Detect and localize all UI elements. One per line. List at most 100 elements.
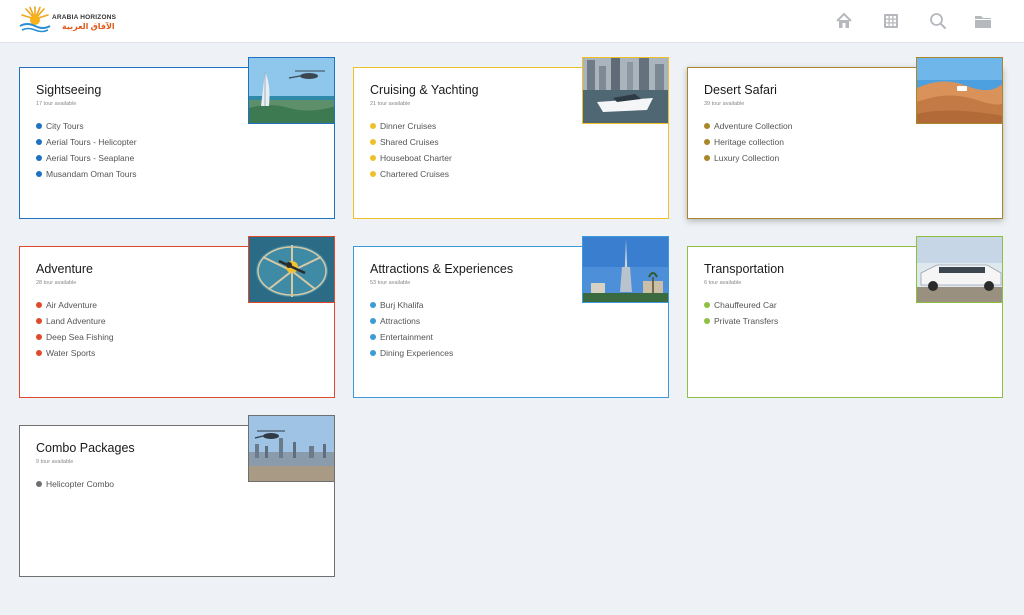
list-item[interactable]: Luxury Collection	[704, 150, 792, 166]
bullet-dot	[704, 139, 710, 145]
list-item-label: Adventure Collection	[714, 121, 793, 131]
list-item-label: Shared Cruises	[380, 137, 439, 147]
list-item-label: Burj Khalifa	[380, 300, 424, 310]
bullet-dot	[370, 318, 376, 324]
search-icon[interactable]	[928, 11, 948, 31]
list-item[interactable]: Burj Khalifa	[370, 297, 453, 313]
tour-count: 53 tour available	[370, 280, 411, 286]
category-card-attractions[interactable]: Attractions & Experiences 53 tour availa…	[353, 236, 669, 398]
bullet-dot	[36, 155, 42, 161]
category-card-transportation[interactable]: Transportation 6 tour available Chauffeu…	[687, 236, 1003, 398]
burj-khalifa-image	[583, 237, 668, 302]
bullet-dot	[36, 139, 42, 145]
subcategory-list: Dinner Cruises Shared Cruises Houseboat …	[370, 118, 452, 182]
list-item[interactable]: Aerial Tours - Helicopter	[36, 134, 137, 150]
list-item[interactable]: Water Sports	[36, 345, 114, 361]
card-photo[interactable]	[248, 236, 335, 303]
folder-icon[interactable]	[973, 11, 993, 31]
list-item-label: Attractions	[380, 316, 421, 326]
brand-logo[interactable]: ARABIA HORIZONS الآفاق العربية	[18, 5, 118, 37]
list-item[interactable]: Shared Cruises	[370, 134, 452, 150]
tour-count: 9 tour available	[36, 459, 74, 465]
tour-count: 39 tour available	[704, 101, 745, 107]
card-photo[interactable]	[582, 236, 669, 303]
list-item-label: Entertainment	[380, 332, 433, 342]
category-card-desert-safari[interactable]: Desert Safari 39 tour available Adventur…	[687, 57, 1003, 219]
list-item-label: Private Transfers	[714, 316, 779, 326]
subcategory-list: Air Adventure Land Adventure Deep Sea Fi…	[36, 297, 114, 361]
bullet-dot	[36, 171, 42, 177]
list-item[interactable]: Entertainment	[370, 329, 453, 345]
card-title[interactable]: Transportation	[704, 262, 784, 276]
list-item[interactable]: Musandam Oman Tours	[36, 166, 137, 182]
list-item[interactable]: Helicopter Combo	[36, 476, 114, 492]
bullet-dot	[370, 155, 376, 161]
subcategory-list: Chauffeured Car Private Transfers	[704, 297, 778, 329]
list-item-label: Helicopter Combo	[46, 479, 115, 489]
bullet-dot	[370, 139, 376, 145]
card-title[interactable]: Combo Packages	[36, 441, 135, 455]
list-item[interactable]: Heritage collection	[704, 134, 792, 150]
bullet-dot	[704, 123, 710, 129]
sun-logo-icon	[19, 6, 51, 33]
card-title[interactable]: Cruising & Yachting	[370, 83, 479, 97]
list-item[interactable]: Land Adventure	[36, 313, 114, 329]
list-item[interactable]: Dinner Cruises	[370, 118, 452, 134]
bullet-dot	[704, 155, 710, 161]
bullet-dot	[36, 350, 42, 356]
list-item[interactable]: Dining Experiences	[370, 345, 453, 361]
card-title[interactable]: Attractions & Experiences	[370, 262, 513, 276]
list-item[interactable]: Air Adventure	[36, 297, 114, 313]
card-photo[interactable]	[248, 415, 335, 482]
bullet-dot	[36, 334, 42, 340]
list-item[interactable]: Chauffeured Car	[704, 297, 778, 313]
list-item[interactable]: Attractions	[370, 313, 453, 329]
list-item[interactable]: Aerial Tours - Seaplane	[36, 150, 137, 166]
bullet-dot	[36, 481, 42, 487]
list-item[interactable]: Adventure Collection	[704, 118, 792, 134]
list-item-label: Water Sports	[46, 348, 96, 358]
list-item-label: Air Adventure	[46, 300, 98, 310]
bullet-dot	[36, 302, 42, 308]
card-photo[interactable]	[916, 236, 1003, 303]
list-item-label: Chartered Cruises	[380, 169, 449, 179]
tour-count: 28 tour available	[36, 280, 77, 286]
card-photo[interactable]	[916, 57, 1003, 124]
home-icon[interactable]	[834, 11, 854, 31]
list-item-label: Musandam Oman Tours	[46, 169, 137, 179]
card-photo[interactable]	[582, 57, 669, 124]
list-item-label: Aerial Tours - Seaplane	[46, 153, 135, 163]
category-card-combo-packages[interactable]: Combo Packages 9 tour available Helicopt…	[19, 415, 335, 577]
white-limousine-image	[917, 237, 1002, 302]
tour-count: 17 tour available	[36, 101, 77, 107]
skydiving-palm-image	[249, 237, 334, 302]
card-photo[interactable]	[248, 57, 335, 124]
category-card-adventure[interactable]: Adventure 28 tour available Air Adventur…	[19, 236, 335, 398]
category-card-cruising[interactable]: Cruising & Yachting 21 tour available Di…	[353, 57, 669, 219]
bullet-dot	[370, 350, 376, 356]
list-item[interactable]: Deep Sea Fishing	[36, 329, 114, 345]
bullet-dot	[370, 123, 376, 129]
card-title[interactable]: Sightseeing	[36, 83, 101, 97]
list-item-label: Deep Sea Fishing	[46, 332, 114, 342]
bullet-dot	[370, 334, 376, 340]
list-item-label: Houseboat Charter	[380, 153, 452, 163]
subcategory-list: Helicopter Combo	[36, 476, 114, 492]
list-item[interactable]: Chartered Cruises	[370, 166, 452, 182]
subcategory-list: Adventure Collection Heritage collection…	[704, 118, 792, 166]
list-item-label: Dining Experiences	[380, 348, 454, 358]
bullet-dot	[370, 171, 376, 177]
list-item-label: Chauffeured Car	[714, 300, 777, 310]
grid-icon[interactable]	[881, 11, 901, 31]
list-item[interactable]: Private Transfers	[704, 313, 778, 329]
list-item-label: Luxury Collection	[714, 153, 780, 163]
card-title[interactable]: Adventure	[36, 262, 93, 276]
brand-name-ar: الآفاق العربية	[62, 22, 115, 31]
list-item[interactable]: City Tours	[36, 118, 137, 134]
list-item[interactable]: Houseboat Charter	[370, 150, 452, 166]
category-card-sightseeing[interactable]: Sightseeing 17 tour available City Tours…	[19, 57, 335, 219]
card-title[interactable]: Desert Safari	[704, 83, 777, 97]
list-item-label: City Tours	[46, 121, 84, 131]
desert-dunes-image	[917, 58, 1002, 123]
yacht-marina-image	[583, 58, 668, 123]
